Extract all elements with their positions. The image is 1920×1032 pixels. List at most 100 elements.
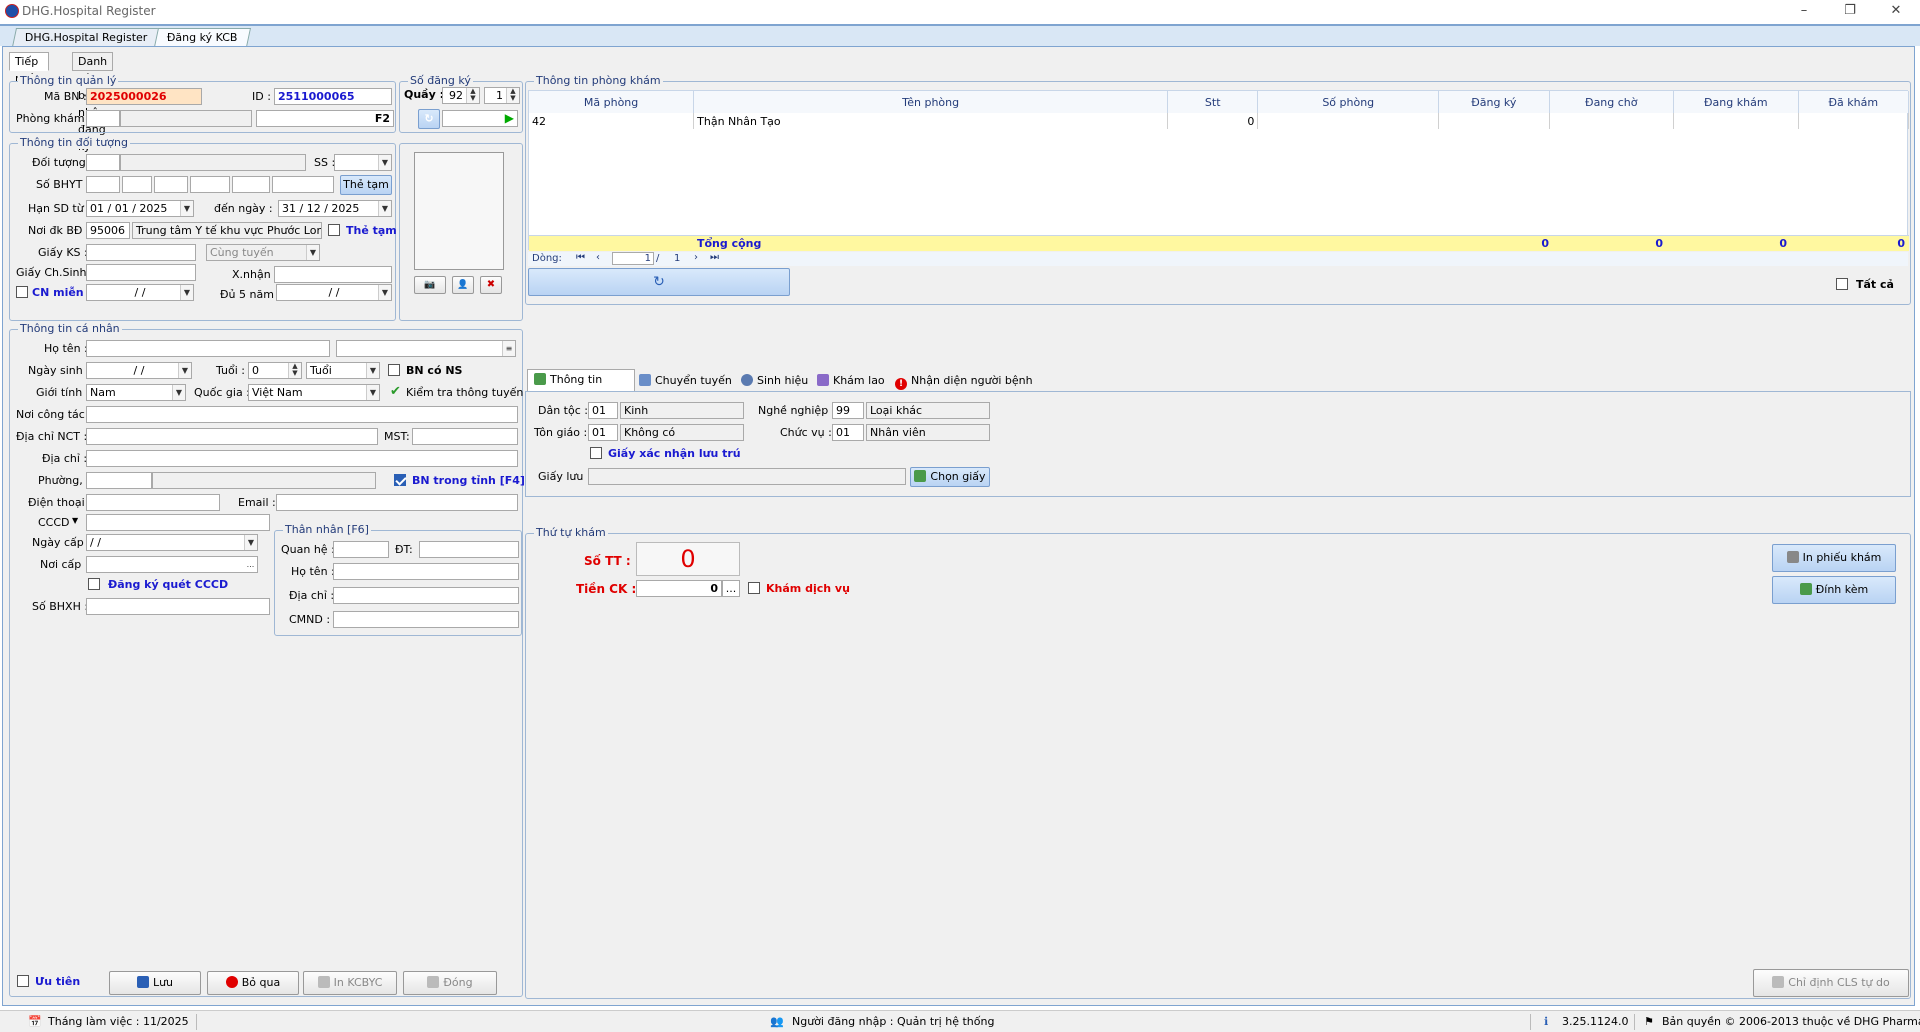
doi-tuong-code[interactable] [86, 154, 120, 171]
ho-ten-extra[interactable]: ≡ [336, 340, 516, 357]
quoc-gia-select[interactable]: Việt Nam ▼ [248, 384, 380, 401]
first-page-icon[interactable]: ⏮ [576, 252, 585, 263]
giay-chsinh-field[interactable] [86, 264, 196, 281]
tab-nhan-dien[interactable]: ! Nhận diện người bệnh [895, 371, 1033, 391]
the-tam-checkbox[interactable] [328, 224, 340, 236]
cn-mien-checkbox[interactable] [16, 286, 28, 298]
email-field[interactable] [276, 494, 518, 511]
last-page-icon[interactable]: ⏭ [710, 252, 719, 263]
tn-dia-chi-field[interactable] [333, 587, 519, 604]
tab-tiep-nhan[interactable]: Tiếp nhận [9, 52, 49, 85]
phuong-xa-code[interactable] [86, 472, 152, 489]
in-phieu-kham-button[interactable]: In phiếu khám [1772, 544, 1896, 572]
dk-quet-cccd-checkbox[interactable] [88, 578, 100, 590]
play-icon[interactable]: ▶ [505, 111, 514, 126]
prev-page-icon[interactable]: ‹ [596, 252, 600, 263]
table-row[interactable]: 42 Thận Nhân Tạo 0 [529, 113, 1910, 129]
column-header[interactable]: Đang khám [1673, 91, 1799, 113]
dia-chi-field[interactable] [86, 450, 518, 467]
ton-giao-code[interactable]: 01 [588, 424, 618, 441]
du5nam-date[interactable]: / / ▼ [276, 284, 392, 301]
chon-giay-button[interactable]: Chọn giấy [910, 467, 990, 487]
bo-qua-button[interactable]: Bỏ qua [207, 971, 299, 995]
tuoi-spinner[interactable]: 0 ▲ ▼ [248, 362, 302, 379]
camera-icon[interactable]: 📷 [414, 276, 446, 294]
kham-dich-vu-checkbox[interactable] [748, 582, 760, 594]
cccd-field[interactable] [86, 514, 270, 531]
chevron-down-icon[interactable]: ▼ [72, 516, 78, 525]
column-header[interactable]: Số phòng [1257, 91, 1440, 113]
tab-dang-ky-kcb[interactable]: Đăng ký KCB [153, 28, 251, 47]
ss-select[interactable]: ▼ [334, 154, 392, 171]
tien-ck-browse[interactable]: ... [722, 580, 740, 597]
maximize-icon[interactable]: ❐ [1830, 1, 1870, 21]
mst-field[interactable] [412, 428, 518, 445]
chuc-vu-code[interactable]: 01 [832, 424, 864, 441]
close-icon[interactable]: ✕ [1876, 1, 1916, 21]
dong-button[interactable]: Đóng [403, 971, 497, 995]
next-page-icon[interactable]: › [694, 252, 698, 263]
column-header[interactable]: Đăng ký [1438, 91, 1550, 113]
dan-toc-code[interactable]: 01 [588, 402, 618, 419]
ngay-cap-date[interactable]: / / ▼ [86, 534, 258, 551]
giay-ks-field[interactable] [86, 244, 196, 261]
quay-spinner[interactable]: 92 ▲ ▼ [442, 87, 480, 104]
tat-ca-checkbox[interactable] [1836, 278, 1848, 290]
refresh-icon[interactable]: ↻ [418, 109, 440, 129]
so-bhxh-field[interactable] [86, 598, 270, 615]
tab-danh-sach[interactable]: Danh sách bệnh nhân đăng ký [72, 52, 114, 153]
ma-bn-field[interactable]: 2025000026 [86, 88, 202, 105]
luu-button[interactable]: Lưu [109, 971, 201, 995]
chi-dinh-cls-button[interactable]: Chỉ định CLS tự do [1753, 969, 1909, 997]
tab-hospital-register[interactable]: DHG.Hospital Register [11, 28, 161, 47]
column-header[interactable]: Đã khám [1798, 91, 1910, 113]
so-spinner[interactable]: 1 ▲ ▼ [484, 87, 520, 104]
ho-ten-field[interactable] [86, 340, 330, 357]
han-tu-date[interactable]: 01 / 01 / 2025 ▼ [86, 200, 194, 217]
column-header[interactable]: Mã phòng [529, 91, 695, 113]
cn-mien-date[interactable]: / / ▼ [86, 284, 194, 301]
the-tam-button[interactable]: Thẻ tạm [340, 175, 392, 195]
dien-thoai-field[interactable] [86, 494, 220, 511]
dia-chi-nct-field[interactable] [86, 428, 378, 445]
dinh-kem-button[interactable]: Đính kèm [1772, 576, 1896, 604]
page-input[interactable]: 1 [612, 252, 654, 265]
tuoi-unit-select[interactable]: Tuổi ▼ [306, 362, 380, 379]
noi-cong-tac-field[interactable] [86, 406, 518, 423]
bn-trong-tinh-checkbox[interactable] [394, 474, 406, 486]
giay-xac-nhan-checkbox[interactable] [590, 447, 602, 459]
nghe-nghiep-code[interactable]: 99 [832, 402, 864, 419]
column-header[interactable]: Stt [1167, 91, 1259, 113]
han-den-date[interactable]: 31 / 12 / 2025 ▼ [278, 200, 392, 217]
cccd-label[interactable]: CCCD [38, 516, 70, 529]
kiem-tra-thong-tuyen-link[interactable]: Kiểm tra thông tuyến [406, 386, 523, 399]
xnhan-field[interactable] [274, 266, 392, 283]
quan-he-field[interactable] [333, 541, 389, 558]
column-header[interactable]: Tên phòng [693, 91, 1169, 113]
bhyt-part5[interactable] [232, 176, 270, 193]
reload-rooms-button[interactable]: ↻ [528, 268, 790, 296]
tn-cmnd-field[interactable] [333, 611, 519, 628]
tab-chuyen-tuyen[interactable]: Chuyển tuyến [639, 371, 732, 391]
so-dang-ky-field[interactable]: ▶ [442, 110, 518, 127]
bhyt-part2[interactable] [122, 176, 152, 193]
phong-kham-f2-field[interactable]: F2 [256, 110, 394, 127]
in-kcbyc-button[interactable]: In KCBYC [303, 971, 397, 995]
noi-cap-browse[interactable]: ... [244, 557, 257, 572]
tien-ck-field[interactable]: 0 [636, 580, 722, 597]
uu-tien-checkbox[interactable] [17, 975, 29, 987]
bhyt-part4[interactable] [190, 176, 230, 193]
tab-kham-lao[interactable]: Khám lao [817, 371, 885, 391]
gioi-tinh-select[interactable]: Nam ▼ [86, 384, 186, 401]
tuyen-select[interactable]: Cùng tuyến ▼ [206, 244, 320, 261]
tn-ho-ten-field[interactable] [333, 563, 519, 580]
delete-photo-icon[interactable]: ✖ [480, 276, 502, 294]
bhyt-part3[interactable] [154, 176, 188, 193]
tab-thong-tin-them[interactable]: Thông tin thêm [527, 369, 635, 406]
photo-user-icon[interactable]: 👤 [452, 276, 474, 294]
bn-co-ns-checkbox[interactable] [388, 364, 400, 376]
column-header[interactable]: Đang chờ [1549, 91, 1675, 113]
phong-kham-code[interactable] [86, 110, 120, 127]
dt-field[interactable] [419, 541, 519, 558]
noi-dk-code[interactable]: 95006 [86, 222, 130, 239]
